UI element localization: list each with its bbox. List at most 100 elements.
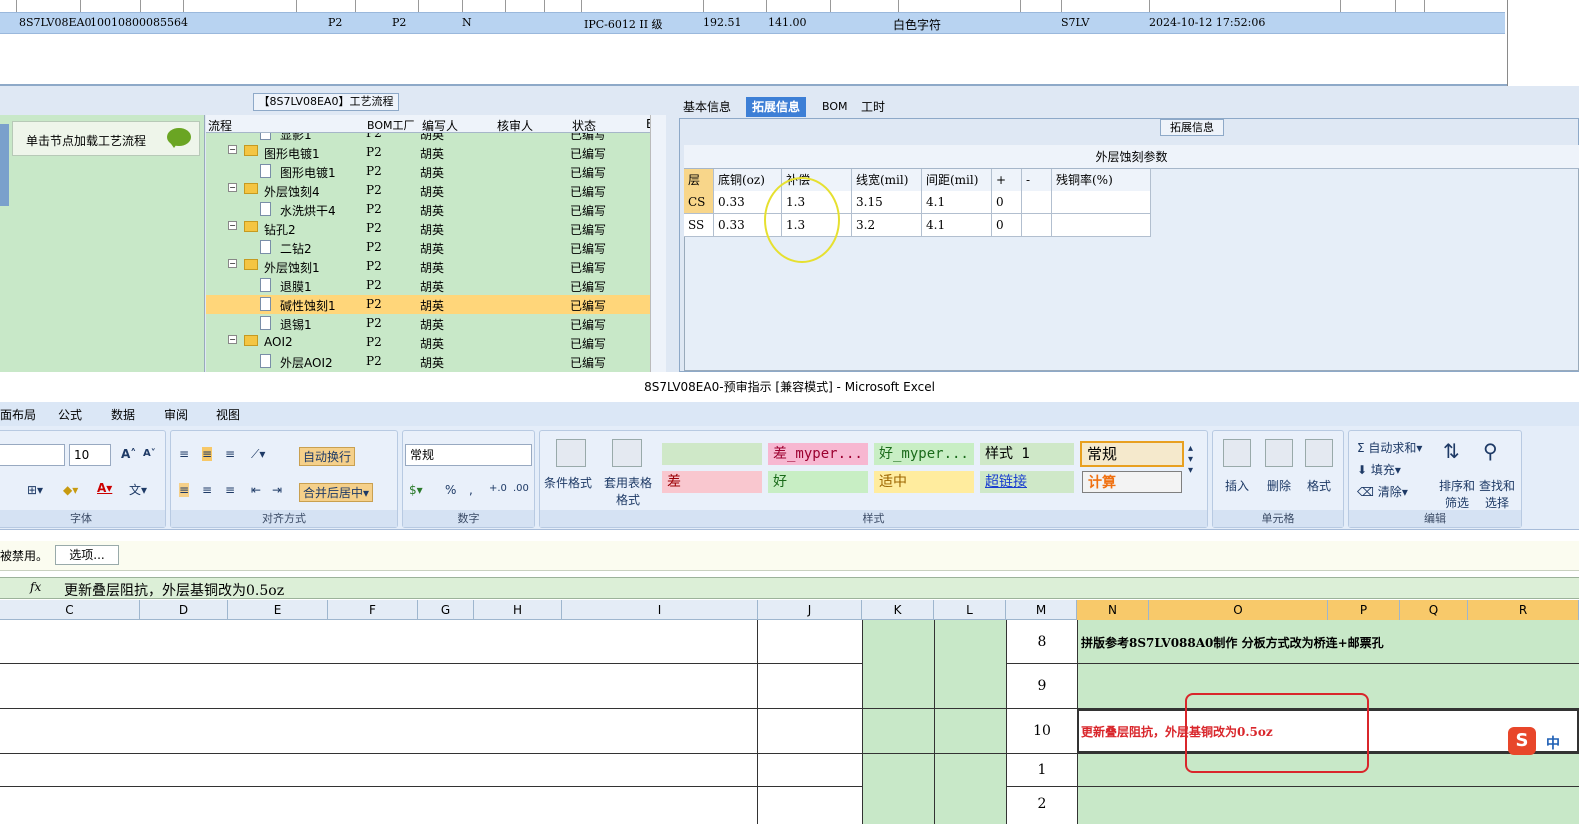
style-hyperlink[interactable]: 超链接 bbox=[980, 471, 1074, 493]
conditional-format-icon[interactable] bbox=[556, 439, 586, 467]
style-good[interactable]: 好 bbox=[768, 471, 868, 493]
tree-row[interactable]: 碱性蚀刻1 P2 胡英 已编写 bbox=[206, 295, 650, 314]
tab-extended-info[interactable]: 拓展信息 bbox=[746, 97, 807, 117]
collapse-icon[interactable]: − bbox=[228, 259, 237, 268]
col-p[interactable]: P bbox=[1328, 600, 1400, 620]
collapse-icon[interactable]: − bbox=[228, 335, 237, 344]
menu-formulas[interactable]: 公式 bbox=[58, 406, 82, 423]
etch-cell[interactable]: 4.1 bbox=[922, 214, 992, 237]
style-good-myper[interactable]: 好_myper... bbox=[874, 443, 974, 465]
format-button[interactable]: 格式 bbox=[1307, 477, 1331, 494]
format-icon[interactable] bbox=[1305, 439, 1333, 467]
tree-row[interactable]: 水洗烘干4 P2 胡英 已编写 bbox=[206, 200, 650, 219]
col-o[interactable]: O bbox=[1149, 600, 1328, 620]
menu-page-layout[interactable]: 面布局 bbox=[0, 406, 36, 423]
menu-data[interactable]: 数据 bbox=[111, 406, 135, 423]
align-left-icon[interactable]: ≡ bbox=[179, 483, 190, 497]
col-header[interactable]: 流程 bbox=[208, 117, 232, 134]
wrap-text-button[interactable]: 自动换行 bbox=[299, 447, 356, 466]
tree-row[interactable]: 外层AOI2 P2 胡英 已编写 bbox=[206, 352, 650, 371]
col-header[interactable]: 编写人 bbox=[422, 117, 458, 134]
col-e[interactable]: E bbox=[228, 600, 328, 620]
fill-color-icon[interactable]: ◆▾ bbox=[63, 483, 78, 497]
align-center-icon[interactable]: ≡ bbox=[202, 483, 212, 497]
align-bottom-icon[interactable]: ≡ bbox=[225, 447, 235, 461]
comma-icon[interactable]: , bbox=[469, 483, 473, 497]
increase-indent-icon[interactable]: ⇥ bbox=[272, 483, 282, 497]
ime-indicator[interactable]: S 中 bbox=[1508, 727, 1568, 755]
merge-center-button[interactable]: 合并后居中▾ bbox=[299, 483, 374, 502]
style-neutral[interactable]: 适中 bbox=[874, 471, 974, 493]
decrease-decimal-icon[interactable]: .00 bbox=[513, 483, 529, 494]
tree-row[interactable]: − 钻孔2 P2 胡英 已编写 bbox=[206, 219, 650, 238]
conditional-format-button[interactable]: 条件格式 bbox=[544, 474, 592, 491]
tree-row[interactable]: − AOI2 P2 胡英 已编写 bbox=[206, 333, 650, 352]
tree-scrollbar[interactable] bbox=[650, 115, 666, 372]
style-bad[interactable]: 差 bbox=[662, 471, 762, 493]
style-normal[interactable]: 常规 bbox=[1080, 441, 1184, 467]
col-k[interactable]: K bbox=[862, 600, 934, 620]
tree-row[interactable]: − 外层蚀刻4 P2 胡英 已编写 bbox=[206, 181, 650, 200]
col-j[interactable]: J bbox=[758, 600, 862, 620]
table-format-button[interactable]: 套用表格格式 bbox=[600, 474, 656, 508]
tree-row[interactable]: 退膜1 P2 胡英 已编写 bbox=[206, 276, 650, 295]
sort-filter-button[interactable]: 排序和筛选 bbox=[1437, 477, 1477, 511]
etch-cell[interactable]: 0 bbox=[992, 214, 1022, 237]
tree-row[interactable]: − 图形电镀1 P2 胡英 已编写 bbox=[206, 143, 650, 162]
tree-row[interactable]: − 外层蚀刻1 P2 胡英 已编写 bbox=[206, 257, 650, 276]
style-calculation[interactable]: 计算 bbox=[1082, 471, 1182, 493]
col-i[interactable]: I bbox=[562, 600, 758, 620]
etch-cell[interactable]: SS bbox=[684, 214, 714, 237]
autosum-button[interactable]: Σ 自动求和▾ bbox=[1357, 439, 1422, 456]
tab-bom[interactable]: BOM bbox=[816, 97, 854, 117]
col-f[interactable]: F bbox=[328, 600, 418, 620]
align-right-icon[interactable]: ≡ bbox=[225, 483, 235, 497]
col-n[interactable]: N bbox=[1077, 600, 1149, 620]
tree-row[interactable]: 退锡1 P2 胡英 已编写 bbox=[206, 314, 650, 333]
etch-cell[interactable] bbox=[1022, 191, 1052, 214]
style-1[interactable]: 样式 1 bbox=[980, 443, 1074, 465]
insert-icon[interactable] bbox=[1223, 439, 1251, 467]
increase-decimal-icon[interactable]: +.0 bbox=[489, 483, 507, 494]
col-r[interactable]: R bbox=[1468, 600, 1579, 620]
styles-scroll-icon[interactable]: ▴ ▾ ▾ bbox=[1188, 443, 1193, 476]
etch-cell[interactable] bbox=[1052, 214, 1151, 237]
menu-review[interactable]: 审阅 bbox=[164, 406, 188, 423]
style-blank[interactable] bbox=[662, 443, 762, 465]
collapse-icon[interactable]: − bbox=[228, 145, 237, 154]
etch-cell[interactable]: 4.1 bbox=[922, 191, 992, 214]
col-g[interactable]: G bbox=[418, 600, 474, 620]
etch-cell[interactable] bbox=[1022, 214, 1052, 237]
col-d[interactable]: D bbox=[140, 600, 228, 620]
left-side-tab[interactable] bbox=[0, 124, 9, 206]
align-middle-icon[interactable]: ≡ bbox=[202, 447, 213, 461]
col-header[interactable]: 核审人 bbox=[497, 117, 533, 134]
font-size-box[interactable]: 10 bbox=[69, 444, 111, 466]
etch-cell[interactable]: CS bbox=[684, 191, 714, 214]
delete-button[interactable]: 删除 bbox=[1267, 477, 1291, 494]
col-header[interactable]: BOM工厂 bbox=[367, 117, 415, 133]
col-q[interactable]: Q bbox=[1400, 600, 1468, 620]
border-icon[interactable]: ⊞▾ bbox=[27, 483, 43, 497]
cell-remark[interactable]: 拼版参考8S7LV088A0制作 分板方式改为桥连+邮票孔 bbox=[1081, 634, 1384, 651]
font-name-box[interactable] bbox=[0, 444, 65, 466]
etch-cell[interactable]: 3.2 bbox=[852, 214, 922, 237]
grow-font-icon[interactable]: A˄ bbox=[121, 447, 136, 461]
delete-icon[interactable] bbox=[1265, 439, 1293, 467]
options-button[interactable]: 选项... bbox=[55, 545, 119, 565]
font-color-icon[interactable]: A▾ bbox=[97, 481, 112, 495]
currency-icon[interactable]: $▾ bbox=[409, 483, 423, 497]
table-format-icon[interactable] bbox=[612, 439, 642, 467]
etch-cell[interactable]: 3.15 bbox=[852, 191, 922, 214]
align-top-icon[interactable]: ≡ bbox=[179, 447, 189, 461]
tree-row[interactable]: 二钻2 P2 胡英 已编写 bbox=[206, 238, 650, 257]
col-l[interactable]: L bbox=[934, 600, 1006, 620]
col-c[interactable]: C bbox=[0, 600, 140, 620]
find-select-button[interactable]: 查找和选择 bbox=[1477, 477, 1517, 511]
menu-view[interactable]: 视图 bbox=[216, 406, 240, 423]
collapse-icon[interactable]: − bbox=[228, 183, 237, 192]
col-header[interactable]: 状态 bbox=[572, 117, 596, 134]
fill-button[interactable]: ⬇ 填充▾ bbox=[1357, 461, 1401, 478]
clear-button[interactable]: ⌫ 清除▾ bbox=[1357, 483, 1408, 500]
formula-input[interactable]: 更新叠层阻抗，外层基铜改为0.5oz bbox=[64, 580, 284, 600]
